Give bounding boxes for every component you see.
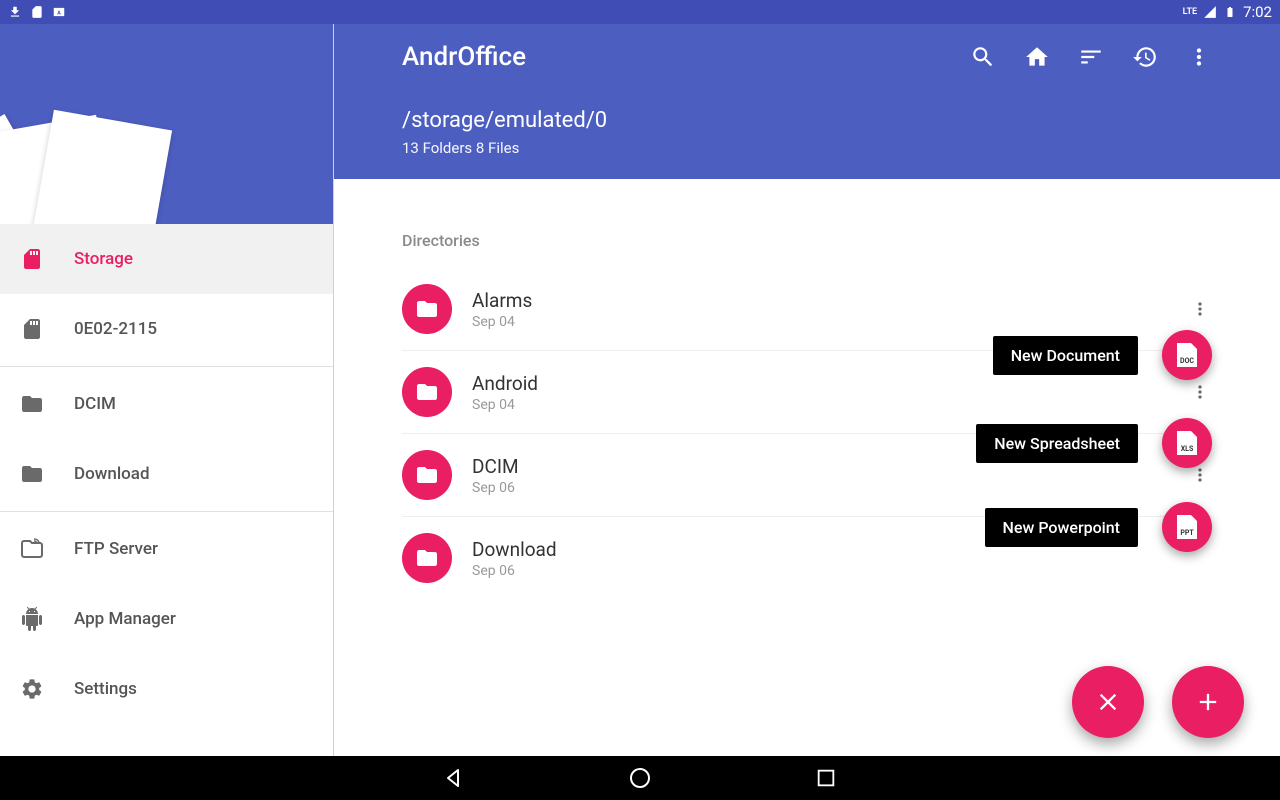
directory-date: Sep 04 <box>472 314 1168 330</box>
sidebar-item-label: App Manager <box>74 609 176 629</box>
sidebar-item-label: Settings <box>74 679 137 699</box>
sidebar-item-storage[interactable]: Storage <box>0 224 333 294</box>
folder-icon <box>402 284 452 334</box>
fab-tooltip-xls: New Spreadsheet <box>976 424 1138 463</box>
sidebar-item-download[interactable]: Download <box>0 439 333 509</box>
xls-badge-icon: XLS <box>1177 431 1197 455</box>
svg-text:A: A <box>57 10 61 16</box>
android-nav-bar <box>0 756 1280 800</box>
sidebar-item-label: DCIM <box>74 394 116 414</box>
sd-notification-icon <box>30 5 44 19</box>
directory-date: Sep 04 <box>472 397 1168 413</box>
sidebar-item-settings[interactable]: Settings <box>0 654 333 724</box>
directory-name: Alarms <box>472 289 1168 312</box>
nav-home-icon[interactable] <box>627 765 653 791</box>
fab-add[interactable] <box>1172 666 1244 738</box>
fab-tooltip-doc: New Document <box>993 336 1138 375</box>
folder-icon <box>20 462 44 486</box>
overflow-menu-icon[interactable] <box>1186 44 1212 70</box>
fab-new-document[interactable]: DOC <box>1162 330 1212 380</box>
path-summary: 13 Folders 8 Files <box>402 139 1212 157</box>
directory-date: Sep 06 <box>472 563 1212 579</box>
more-icon[interactable] <box>1188 297 1212 321</box>
fab-new-powerpoint[interactable]: PPT <box>1162 502 1212 552</box>
sidebar-item-label: FTP Server <box>74 539 158 559</box>
sidebar-header <box>0 24 333 224</box>
fab-close[interactable] <box>1072 666 1144 738</box>
home-icon[interactable] <box>1024 44 1050 70</box>
app-bar: AndrOffice <box>334 24 1280 179</box>
sidebar-item-appmanager[interactable]: App Manager <box>0 584 333 654</box>
clock-time: 7:02 <box>1243 3 1272 21</box>
ppt-badge-icon: PPT <box>1177 515 1197 539</box>
sidebar: Storage 0E02-2115 DCIM Download <box>0 24 334 756</box>
current-path: /storage/emulated/0 <box>402 108 1212 133</box>
sidebar-item-label: 0E02-2115 <box>74 319 157 339</box>
main-panel: AndrOffice <box>334 24 1280 756</box>
nav-back-icon[interactable] <box>441 765 467 791</box>
android-icon <box>20 607 44 631</box>
search-icon[interactable] <box>970 44 996 70</box>
folder-icon <box>402 450 452 500</box>
app-title: AndrOffice <box>402 42 526 72</box>
download-icon <box>8 5 22 19</box>
ftp-icon <box>20 537 44 561</box>
fab-new-spreadsheet[interactable]: XLS <box>1162 418 1212 468</box>
history-icon[interactable] <box>1132 44 1158 70</box>
sd-card-icon mounted <box>20 317 44 341</box>
keyboard-icon: A <box>52 5 66 19</box>
sidebar-item-ftp[interactable]: FTP Server <box>0 514 333 584</box>
gear-icon <box>20 677 44 701</box>
doc-badge-icon: DOC <box>1177 343 1197 367</box>
folder-icon <box>20 392 44 416</box>
fab-tooltip-ppt: New Powerpoint <box>985 508 1138 547</box>
nav-recents-icon[interactable] <box>813 765 839 791</box>
battery-icon <box>1223 5 1237 19</box>
folder-icon <box>402 367 452 417</box>
sidebar-item-label: Download <box>74 464 150 484</box>
sidebar-item-dcim[interactable]: DCIM <box>0 369 333 439</box>
sd-card-icon <box>20 247 44 271</box>
lte-indicator: LTE <box>1183 7 1197 17</box>
sort-icon[interactable] <box>1078 44 1104 70</box>
sidebar-item-label: Storage <box>74 249 133 269</box>
status-bar: A LTE 7:02 <box>0 0 1280 24</box>
folder-icon <box>402 533 452 583</box>
directory-date: Sep 06 <box>472 480 1168 496</box>
more-icon[interactable] <box>1188 380 1212 404</box>
signal-icon <box>1203 5 1217 19</box>
sidebar-item-external[interactable]: 0E02-2115 <box>0 294 333 364</box>
section-label: Directories <box>402 231 1212 250</box>
